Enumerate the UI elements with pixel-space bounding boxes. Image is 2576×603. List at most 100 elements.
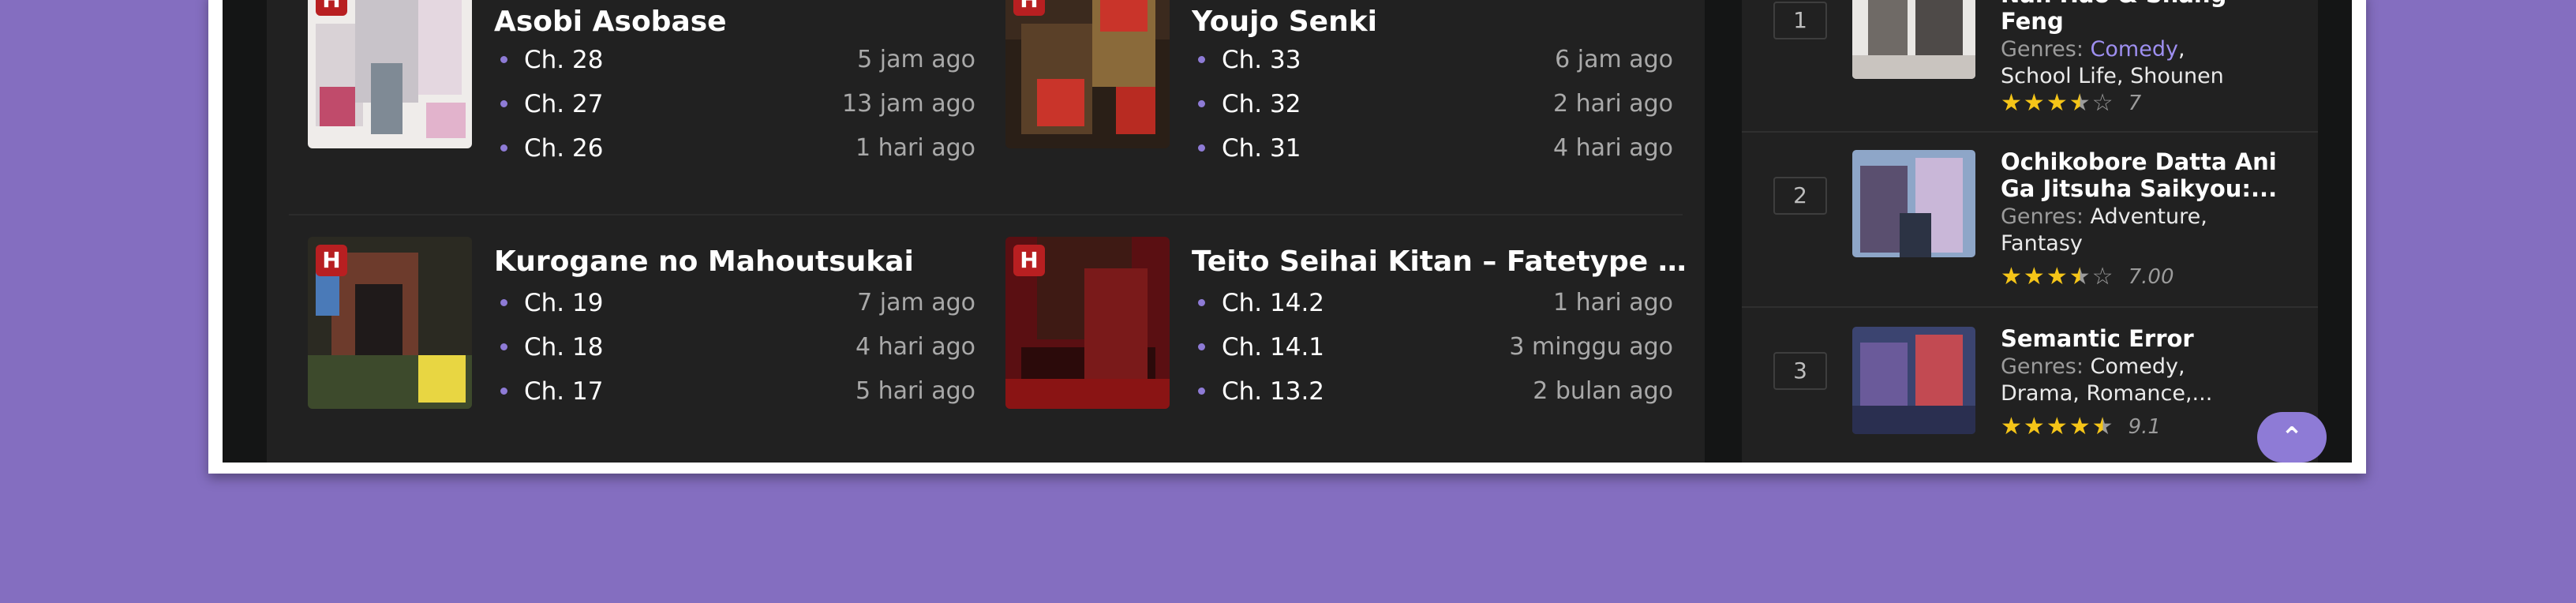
rating: ★★★★☆ 7 [2001,90,2141,117]
star-empty-icon: ☆ [2091,89,2114,117]
bullet-icon [1198,100,1205,107]
bullet-icon [500,388,507,395]
genre-link[interactable]: Comedy [2091,354,2178,379]
chapter-time: 5 jam ago [857,46,975,73]
star-icon: ★ [2069,413,2091,440]
manga-cover[interactable]: H [1005,0,1170,148]
bullet-icon [500,343,507,350]
chapter-row[interactable]: Ch. 32 2 hari ago [1192,87,1673,122]
star-icon: ★ [2023,263,2045,290]
chapter-name[interactable]: Ch. 33 [1222,43,1301,77]
manga-item: H Kurogane no Mahoutsukai Ch. 19 7 jam a… [308,232,994,437]
popular-title-line[interactable]: Nan Hao & Shang [2001,0,2301,8]
chapter-row[interactable]: Ch. 19 7 jam ago [494,286,975,320]
chapter-name[interactable]: Ch. 13.2 [1222,374,1324,409]
manga-title[interactable]: Asobi Asobase [494,6,991,38]
chapter-name[interactable]: Ch. 14.1 [1222,330,1324,365]
rank-number: 2 [1773,177,1827,215]
popular-title-line[interactable]: Ga Jitsuha Saikyou:... [2001,175,2301,202]
chapter-row[interactable]: Ch. 27 13 jam ago [494,87,975,122]
genres-label: Genres: [2001,37,2084,62]
popular-genres: School Life, Shounen [2001,64,2224,88]
h-badge: H [1013,245,1045,276]
sidebar-divider [1742,131,2318,133]
popular-title-line[interactable]: Ochikobore Datta Ani [2001,148,2301,175]
chapter-row[interactable]: Ch. 13.2 2 bulan ago [1192,374,1673,409]
bullet-icon [1198,56,1205,63]
genre-link[interactable]: Comedy [2091,37,2178,62]
genre-link[interactable]: Adventure [2091,204,2201,229]
rating-score: 7 [2128,92,2142,115]
h-badge: H [316,0,347,16]
page-inner: H Asobi Asobase Ch. 28 5 jam ago Ch. 27 … [223,0,2352,463]
popular-title-line[interactable]: Feng [2001,8,2301,35]
chapter-row[interactable]: Ch. 33 6 jam ago [1192,43,1673,77]
chapter-name[interactable]: Ch. 31 [1222,131,1301,166]
star-half-icon: ★ [2091,413,2114,440]
chapter-row[interactable]: Ch. 17 5 hari ago [494,374,975,409]
star-icon: ★ [2001,89,2022,117]
chapter-name[interactable]: Ch. 17 [524,374,603,409]
genre-link[interactable]: Romance,... [2086,381,2212,406]
rating: ★★★★☆ 7.00 [2001,264,2174,290]
star-icon: ★ [2023,89,2045,117]
genre-link[interactable]: School Life [2001,64,2117,88]
row-divider [289,214,1683,215]
chapter-name[interactable]: Ch. 26 [524,131,603,166]
bullet-icon [1198,299,1205,306]
chapter-row[interactable]: Ch. 31 4 hari ago [1192,131,1673,166]
popular-genres: Drama, Romance,... [2001,381,2213,406]
bullet-icon [500,299,507,306]
manga-cover[interactable]: H [308,237,472,409]
chapter-name[interactable]: Ch. 14.2 [1222,286,1324,320]
chapter-time: 6 jam ago [1555,46,1673,73]
page-frame: H Asobi Asobase Ch. 28 5 jam ago Ch. 27 … [208,0,2366,474]
popular-genres: Genres: Comedy, [2001,37,2185,62]
bullet-icon [500,100,507,107]
genre-link[interactable]: Drama [2001,381,2072,406]
chapter-time: 2 hari ago [1552,90,1673,118]
chapter-row[interactable]: Ch. 18 4 hari ago [494,330,975,365]
popular-genres: Genres: Adventure, [2001,204,2207,229]
manga-cover[interactable]: H [308,0,472,148]
bullet-icon [1198,388,1205,395]
manga-title[interactable]: Kurogane no Mahoutsukai [494,246,991,278]
chapter-time: 3 minggu ago [1509,333,1673,361]
rating-score: 7.00 [2128,265,2174,289]
popular-cover[interactable] [1852,327,1975,434]
star-half-icon: ★ [2069,263,2091,290]
popular-cover[interactable] [1852,150,1975,257]
chapter-row[interactable]: Ch. 14.1 3 minggu ago [1192,330,1673,365]
rank-number: 3 [1773,352,1827,390]
manga-title[interactable]: Teito Seihai Kitan – Fatetype Red... [1192,246,1689,278]
chevron-up-icon: ⌃ [2280,421,2304,453]
genre-link[interactable]: Shounen [2130,64,2224,88]
genres-label: Genres: [2001,204,2084,229]
chapter-row[interactable]: Ch. 28 5 jam ago [494,43,975,77]
chapter-time: 4 hari ago [855,333,975,361]
chapter-name[interactable]: Ch. 19 [524,286,603,320]
chapter-time: 2 bulan ago [1533,377,1673,405]
star-icon: ★ [2046,413,2068,440]
sidebar-divider [1742,306,2318,308]
chapter-name[interactable]: Ch. 28 [524,43,603,77]
rating-score: 9.1 [2128,415,2161,439]
popular-genres: Fantasy [2001,230,2301,257]
rank-number: 1 [1773,2,1827,39]
manga-title[interactable]: Youjo Senki [1192,6,1689,38]
star-icon: ★ [2001,263,2022,290]
chapter-name[interactable]: Ch. 32 [1222,87,1301,122]
scroll-to-top-button[interactable]: ⌃ [2257,412,2327,463]
chapter-name[interactable]: Ch. 18 [524,330,603,365]
chapter-name[interactable]: Ch. 27 [524,87,603,122]
chapter-time: 4 hari ago [1552,134,1673,162]
manga-cover[interactable]: H [1005,237,1170,409]
popular-cover[interactable] [1852,0,1975,79]
chapter-row[interactable]: Ch. 14.2 1 hari ago [1192,286,1673,320]
star-icon: ★ [2023,413,2045,440]
popular-sidebar: 1 Nan Hao & Shang Feng Genres: Comedy, S… [1742,0,2318,463]
chapter-row[interactable]: Ch. 26 1 hari ago [494,131,975,166]
popular-title-line[interactable]: Semantic Error [2001,325,2301,352]
manga-item: H Teito Seihai Kitan – Fatetype Red... C… [1005,232,1692,437]
genre-link[interactable]: Fantasy [2001,231,2083,256]
